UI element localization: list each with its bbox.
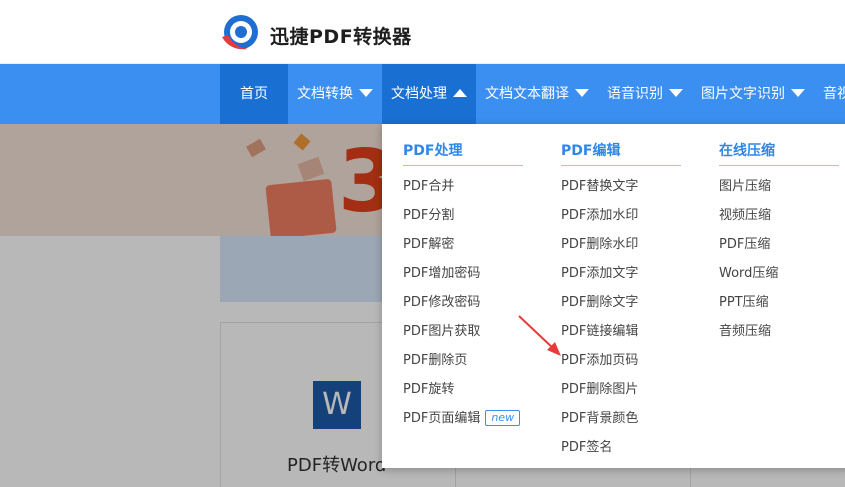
nav-audio-video-label: 音视 [823,86,845,102]
menu-link-pdf-change-password[interactable]: PDF修改密码 [403,291,480,310]
menu-link-pdf-delete-text[interactable]: PDF删除文字 [561,291,638,310]
menu-link-label: PDF页面编辑 [403,411,481,426]
nav-doc-process-label: 文档处理 [391,86,447,102]
menu-link-pdf-background-color[interactable]: PDF背景颜色 [561,407,638,426]
menu-link-pdf-decrypt[interactable]: PDF解密 [403,233,454,252]
chevron-down-icon [669,89,683,97]
menu-link-ppt-compress[interactable]: PPT压缩 [719,291,769,310]
site-header: 迅捷PDF转换器 [0,0,845,64]
nav-doc-translate-label: 文档文本翻译 [485,86,569,102]
menu-link-video-compress[interactable]: 视频压缩 [719,204,771,223]
menu-link-pdf-add-text[interactable]: PDF添加文字 [561,262,638,281]
logo-icon[interactable] [220,13,260,53]
nav-doc-translate[interactable]: 文档文本翻译 [485,64,589,124]
menu-link-pdf-compress[interactable]: PDF压缩 [719,233,770,252]
column-divider [403,165,523,166]
main-nav: 首页 文档转换 文档处理 文档文本翻译 语音识别 图片文字识别 音视 [0,64,845,124]
menu-link-pdf-add-watermark[interactable]: PDF添加水印 [561,204,638,223]
nav-home-label: 首页 [240,86,268,102]
menu-link-pdf-remove-watermark[interactable]: PDF删除水印 [561,233,638,252]
menu-link-image-compress[interactable]: 图片压缩 [719,175,771,194]
chevron-down-icon [575,89,589,97]
menu-link-pdf-link-edit[interactable]: PDF链接编辑 [561,320,638,339]
menu-link-word-compress[interactable]: Word压缩 [719,262,778,281]
column-title-pdf-edit: PDF编辑 [561,143,621,159]
annotation-arrow-icon [518,315,561,356]
nav-speech-recognition[interactable]: 语音识别 [607,64,683,124]
column-title-pdf-process: PDF处理 [403,143,463,159]
new-badge: new [485,410,521,426]
nav-image-ocr-label: 图片文字识别 [701,86,785,102]
brand-name[interactable]: 迅捷PDF转换器 [270,22,412,49]
column-divider [719,165,839,166]
nav-audio-video[interactable]: 音视 [823,64,845,124]
nav-doc-process[interactable]: 文档处理 [382,64,476,124]
menu-link-pdf-add-password[interactable]: PDF增加密码 [403,262,480,281]
nav-doc-convert[interactable]: 文档转换 [297,64,373,124]
chevron-up-icon [453,89,467,97]
column-divider [561,165,681,166]
nav-speech-label: 语音识别 [607,86,663,102]
menu-link-audio-compress[interactable]: 音频压缩 [719,320,771,339]
nav-image-ocr[interactable]: 图片文字识别 [701,64,805,124]
menu-link-pdf-delete-page[interactable]: PDF删除页 [403,349,467,368]
menu-link-pdf-add-page-number[interactable]: PDF添加页码 [561,349,638,368]
menu-link-pdf-replace-text[interactable]: PDF替换文字 [561,175,638,194]
menu-link-pdf-rotate[interactable]: PDF旋转 [403,378,454,397]
chevron-down-icon [791,89,805,97]
menu-link-pdf-extract-images[interactable]: PDF图片获取 [403,320,480,339]
column-title-online-compress: 在线压缩 [719,143,775,159]
chevron-down-icon [359,89,373,97]
menu-link-pdf-page-edit[interactable]: PDF页面编辑 new [403,407,521,426]
menu-link-pdf-signature[interactable]: PDF签名 [561,436,612,455]
nav-doc-convert-label: 文档转换 [297,86,353,102]
menu-link-pdf-merge[interactable]: PDF合并 [403,175,454,194]
menu-link-pdf-delete-image[interactable]: PDF删除图片 [561,378,638,397]
menu-link-pdf-split[interactable]: PDF分割 [403,204,454,223]
nav-home[interactable]: 首页 [220,64,288,124]
doc-process-dropdown: PDF处理 PDF合并 PDF分割 PDF解密 PDF增加密码 PDF修改密码 … [382,124,845,468]
